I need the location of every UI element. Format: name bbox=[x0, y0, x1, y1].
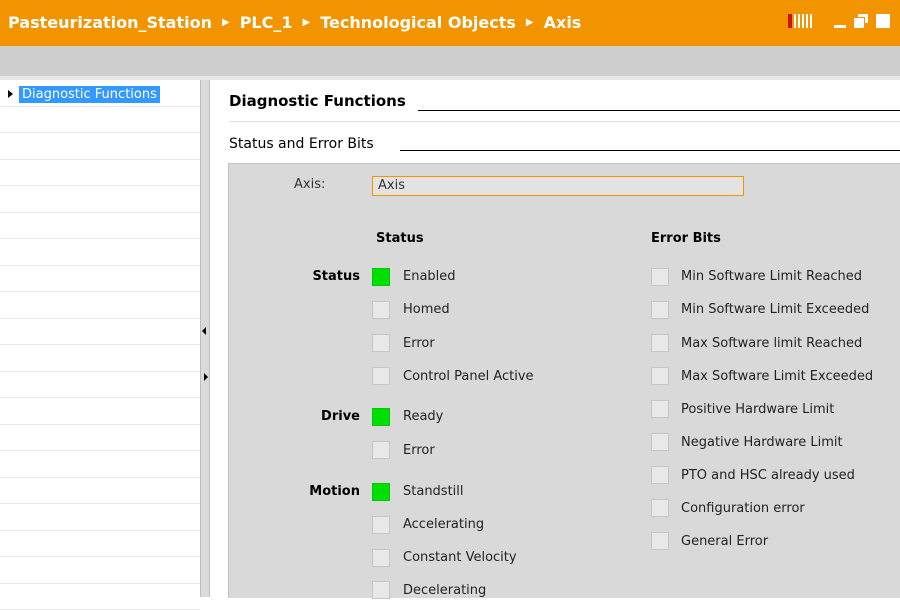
indicator-label: Error bbox=[403, 443, 435, 458]
indicator-label: Homed bbox=[403, 302, 450, 317]
indicator-label: Max Software Limit Exceeded bbox=[681, 369, 873, 384]
status-indicator-enabled bbox=[372, 268, 390, 286]
indicator-label: Min Software Limit Reached bbox=[681, 269, 862, 284]
indicator-label: Negative Hardware Limit bbox=[681, 435, 843, 450]
nav-row bbox=[0, 345, 200, 372]
minimize-icon[interactable] bbox=[834, 25, 846, 28]
nav-row bbox=[0, 160, 200, 187]
nav-row bbox=[0, 292, 200, 319]
group-label-status: Status bbox=[240, 269, 360, 284]
error-indicator-general-error bbox=[651, 532, 669, 550]
window-controls bbox=[788, 14, 890, 28]
section-title: Status and Error Bits bbox=[229, 136, 374, 152]
motion-indicator-standstill bbox=[372, 483, 390, 501]
divider bbox=[229, 121, 900, 122]
breadcrumb-arrow-icon: ▶ bbox=[526, 17, 534, 28]
axis-field[interactable]: Axis bbox=[372, 176, 744, 196]
indicator-label: Control Panel Active bbox=[403, 369, 534, 384]
indicator-label: Max Software limit Reached bbox=[681, 336, 862, 351]
nav-row bbox=[0, 372, 200, 399]
nav-item-diagnostic-functions[interactable]: Diagnostic Functions bbox=[8, 84, 160, 104]
indicator-label: Positive Hardware Limit bbox=[681, 402, 834, 417]
axis-label: Axis: bbox=[294, 177, 325, 192]
indicator-label: Ready bbox=[403, 409, 443, 424]
indicator-label: Error bbox=[403, 336, 435, 351]
status-indicator-error bbox=[372, 334, 390, 352]
breadcrumb-arrow-icon: ▶ bbox=[222, 17, 230, 28]
error-indicator-configuration-error bbox=[651, 499, 669, 517]
motion-indicator-accelerating bbox=[372, 516, 390, 534]
motion-indicator-decelerating bbox=[372, 581, 390, 599]
nav-row bbox=[0, 186, 200, 213]
indicator-label: Standstill bbox=[403, 484, 464, 499]
breadcrumb-item[interactable]: Pasteurization_Station bbox=[8, 13, 212, 32]
toolbar bbox=[0, 46, 900, 76]
error-indicator-min-sw-limit-exceeded bbox=[651, 301, 669, 319]
indicator-label: Configuration error bbox=[681, 501, 805, 516]
status-indicator-homed bbox=[372, 301, 390, 319]
pane-splitter[interactable] bbox=[200, 80, 210, 597]
error-indicator-max-sw-limit-reached bbox=[651, 334, 669, 352]
expand-right-icon[interactable] bbox=[204, 373, 208, 381]
maximize-icon[interactable] bbox=[876, 14, 890, 28]
nav-row bbox=[0, 451, 200, 478]
error-indicator-min-sw-limit-reached bbox=[651, 268, 669, 286]
nav-row bbox=[0, 107, 200, 134]
breadcrumb: Pasteurization_Station ▶ PLC_1 ▶ Technol… bbox=[8, 13, 581, 32]
nav-row bbox=[0, 266, 200, 293]
breadcrumb-item[interactable]: Technological Objects bbox=[320, 13, 516, 32]
error-indicator-pto-hsc-used bbox=[651, 466, 669, 484]
indicator-label: Min Software Limit Exceeded bbox=[681, 302, 869, 317]
nav-row bbox=[0, 213, 200, 240]
title-bar: Pasteurization_Station ▶ PLC_1 ▶ Technol… bbox=[0, 0, 900, 46]
indicator-label: General Error bbox=[681, 534, 768, 549]
breadcrumb-arrow-icon: ▶ bbox=[303, 17, 311, 28]
error-indicator-negative-hw-limit bbox=[651, 433, 669, 451]
nav-row bbox=[0, 319, 200, 346]
motion-indicator-constant-velocity bbox=[372, 549, 390, 567]
nav-row bbox=[0, 239, 200, 266]
main-content: Diagnostic Functions Status and Error Bi… bbox=[210, 80, 900, 597]
collapse-left-icon[interactable] bbox=[202, 327, 206, 335]
drive-indicator-error bbox=[372, 441, 390, 459]
indicator-label: Enabled bbox=[403, 269, 456, 284]
nav-row bbox=[0, 531, 200, 558]
indicator-label: Accelerating bbox=[403, 517, 484, 532]
nav-row bbox=[0, 133, 200, 160]
error-bits-heading: Error Bits bbox=[651, 231, 721, 246]
nav-row bbox=[0, 478, 200, 505]
indicator-label: PTO and HSC already used bbox=[681, 468, 855, 483]
group-label-drive: Drive bbox=[240, 409, 360, 424]
indicator-label: Decelerating bbox=[403, 583, 486, 598]
navigation-pane: Diagnostic Functions bbox=[0, 80, 200, 597]
nav-item-label: Diagnostic Functions bbox=[19, 86, 160, 103]
indicator-label: Constant Velocity bbox=[403, 550, 517, 565]
breadcrumb-item[interactable]: PLC_1 bbox=[240, 13, 293, 32]
nav-row bbox=[0, 504, 200, 531]
title-rule bbox=[418, 110, 900, 111]
section-rule bbox=[400, 150, 900, 151]
drive-indicator-ready bbox=[372, 408, 390, 426]
activity-indicator-icon bbox=[788, 14, 812, 28]
group-label-motion: Motion bbox=[240, 484, 360, 499]
page-title: Diagnostic Functions bbox=[229, 92, 406, 110]
breadcrumb-item[interactable]: Axis bbox=[544, 13, 582, 32]
status-heading: Status bbox=[376, 231, 424, 246]
restore-icon[interactable] bbox=[854, 14, 868, 28]
nav-row bbox=[0, 557, 200, 584]
error-indicator-max-sw-limit-exceeded bbox=[651, 367, 669, 385]
expand-arrow-icon[interactable] bbox=[8, 90, 13, 98]
nav-row bbox=[0, 425, 200, 452]
nav-row bbox=[0, 398, 200, 425]
status-indicator-control-panel-active bbox=[372, 367, 390, 385]
error-indicator-positive-hw-limit bbox=[651, 400, 669, 418]
